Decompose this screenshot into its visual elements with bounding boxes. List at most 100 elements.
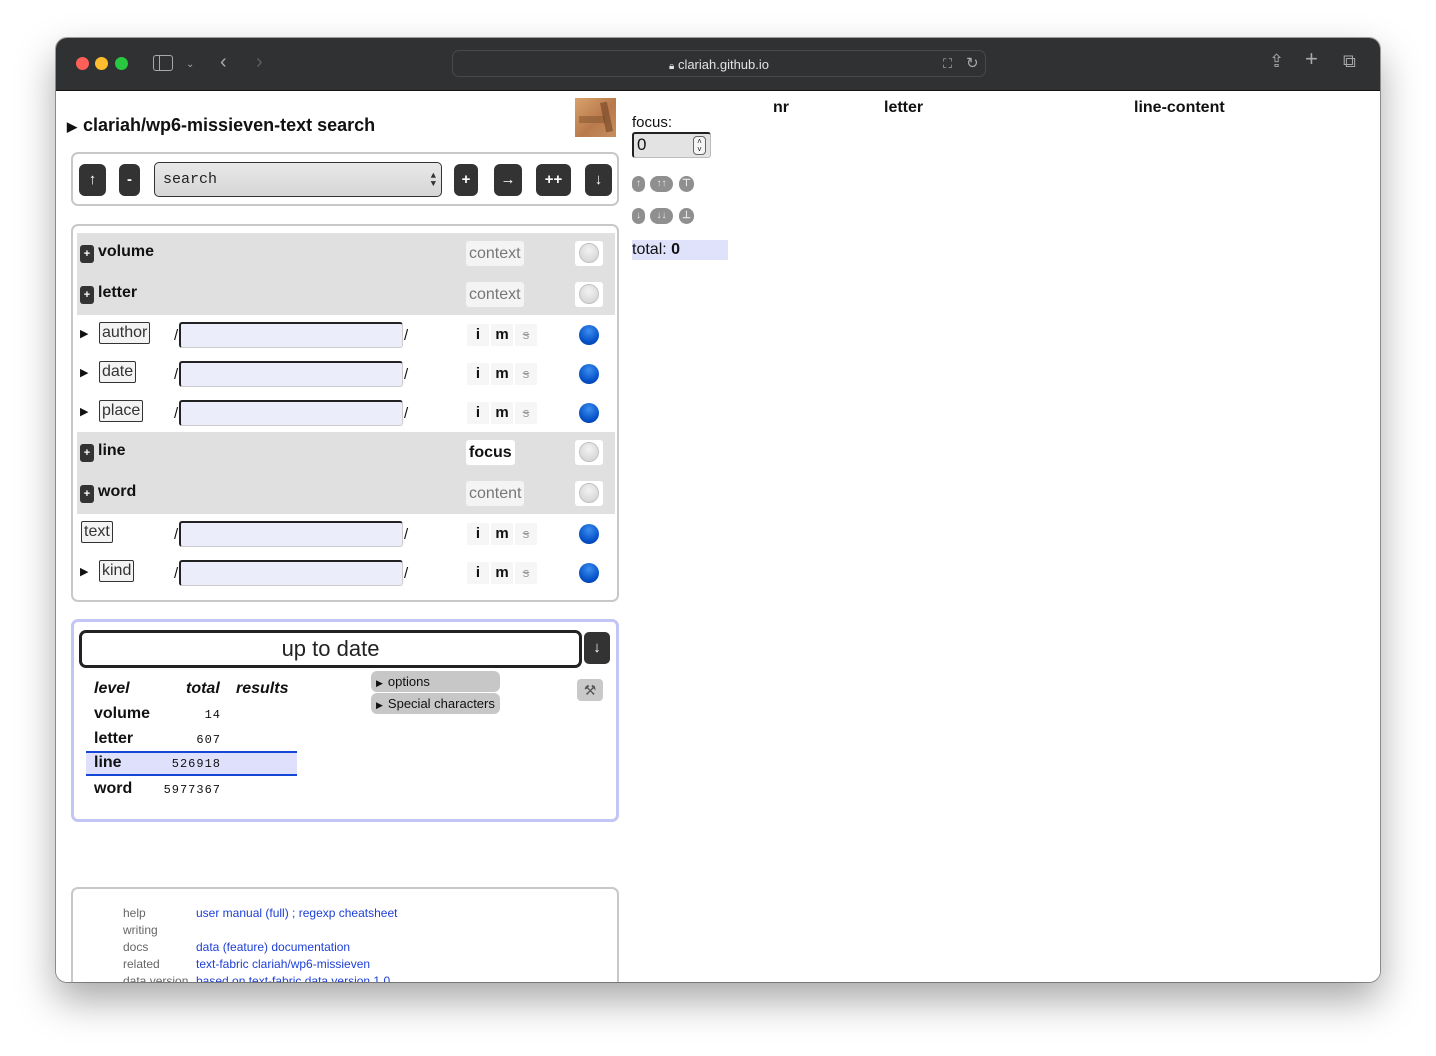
feature-toggle-radio[interactable] (579, 325, 599, 345)
flag-multiline[interactable]: m (491, 402, 513, 424)
flag-ignore-case[interactable]: i (467, 402, 489, 424)
query-select[interactable]: search ▲ ▼ (154, 162, 442, 197)
remove-button[interactable]: - (119, 164, 140, 196)
last-result-button[interactable]: ⊥ (679, 208, 694, 224)
pattern-input[interactable] (179, 322, 403, 348)
flag-single[interactable]: s (515, 562, 537, 584)
corpus-logo (575, 98, 616, 137)
query-panel: + volume context + letter context ▶ auth… (71, 224, 619, 602)
stepper-icon[interactable]: ˄ ˅ (693, 136, 706, 155)
minimize-window-button[interactable] (95, 57, 108, 70)
pattern-input[interactable] (179, 400, 403, 426)
flag-ignore-case[interactable]: i (467, 363, 489, 385)
level-toggle-radio[interactable] (579, 483, 599, 503)
flag-single[interactable]: s (515, 363, 537, 385)
level-toggle-radio[interactable] (579, 243, 599, 263)
maximize-window-button[interactable] (115, 57, 128, 70)
flag-multiline[interactable]: m (491, 562, 513, 584)
flag-multiline[interactable]: m (491, 324, 513, 346)
flag-ignore-case[interactable]: i (467, 523, 489, 545)
expand-feature-icon[interactable]: ▶ (80, 327, 88, 340)
first-result-button[interactable]: ⊤ (679, 176, 694, 192)
move-down-button[interactable]: ↓ (585, 164, 612, 196)
role-button[interactable]: context (466, 282, 524, 307)
role-button[interactable]: focus (466, 440, 515, 465)
pattern-input[interactable] (179, 521, 403, 547)
flag-ignore-case[interactable]: i (467, 324, 489, 346)
options-toggle[interactable]: ▶ options (371, 671, 500, 692)
role-button[interactable]: context (466, 241, 524, 266)
feature-name[interactable]: kind (99, 560, 135, 582)
next-result-button[interactable]: ↓ (632, 208, 645, 224)
feature-name[interactable]: author (99, 322, 151, 344)
feature-name[interactable]: date (99, 361, 137, 383)
prev-result-button[interactable]: ↑ (632, 176, 645, 192)
feature-name[interactable]: place (99, 400, 144, 422)
expand-level-button[interactable]: + (80, 286, 94, 304)
flag-multiline[interactable]: m (491, 363, 513, 385)
help-panel: help user manual (full) ; regexp cheatshe… (71, 887, 619, 982)
feature-row-text: text / / i m s (77, 514, 615, 555)
level-toggle-radio[interactable] (579, 284, 599, 304)
flag-ignore-case[interactable]: i (467, 562, 489, 584)
chevron-down-icon[interactable]: ⌄ (186, 57, 194, 73)
translate-icon[interactable]: ⛶ (943, 56, 952, 72)
expand-level-button[interactable]: + (80, 485, 94, 503)
feature-toggle-radio[interactable] (579, 364, 599, 384)
feature-toggle-radio[interactable] (579, 524, 599, 544)
reload-icon[interactable]: ↻ (966, 56, 979, 72)
pattern-input[interactable] (179, 560, 403, 586)
expand-feature-icon[interactable]: ▶ (80, 565, 88, 578)
feature-documentation-link[interactable]: data (feature) documentation (196, 940, 350, 954)
help-row: help user manual (full) ; regexp cheatshe… (123, 906, 398, 920)
export-button[interactable]: ↓ (584, 632, 610, 664)
feature-name[interactable]: text (81, 521, 113, 543)
sidebar-toggle-icon[interactable] (153, 55, 173, 71)
flag-single[interactable]: s (515, 523, 537, 545)
column-header-nr: nr (773, 99, 789, 116)
tools-icon[interactable]: ⚒ (577, 679, 603, 701)
expand-feature-icon[interactable]: ▶ (80, 405, 88, 418)
add-all-button[interactable]: ++ (536, 164, 571, 196)
go-button[interactable]: → (494, 164, 522, 196)
flag-multiline[interactable]: m (491, 523, 513, 545)
back-icon[interactable]: ‹ (220, 52, 227, 72)
feature-toggle-radio[interactable] (579, 563, 599, 583)
forward-icon[interactable]: › (256, 52, 263, 72)
expand-level-button[interactable]: + (80, 444, 94, 462)
move-up-button[interactable]: ↑ (79, 164, 106, 196)
disclosure-triangle-icon: ▶ (376, 700, 383, 710)
close-window-button[interactable] (76, 57, 89, 70)
new-tab-icon[interactable]: + (1305, 48, 1318, 70)
help-row: writing (123, 923, 158, 937)
address-bar[interactable]: 🔒︎ clariah.github.io ⛶ ↻ (452, 50, 986, 77)
special-characters-toggle[interactable]: ▶ Special characters (371, 693, 500, 714)
level-toggle-radio[interactable] (579, 442, 599, 462)
data-version-link[interactable]: based on text-fabric data version 1.0 (196, 974, 390, 982)
add-button[interactable]: + (454, 164, 478, 196)
disclosure-triangle-icon: ▶ (67, 119, 77, 134)
expand-level-button[interactable]: + (80, 245, 94, 263)
role-button[interactable]: content (466, 481, 525, 506)
flag-single[interactable]: s (515, 402, 537, 424)
help-row: docs data (feature) documentation (123, 940, 351, 954)
expand-feature-icon[interactable]: ▶ (80, 366, 88, 379)
user-manual-link[interactable]: user manual (full) (196, 906, 289, 920)
pattern-input[interactable] (179, 361, 403, 387)
help-row: data version based on text-fabric data ve… (123, 974, 390, 982)
tabs-overview-icon[interactable]: ⧉ (1343, 52, 1356, 70)
execution-panel: up to date ↓ level total results volume … (71, 619, 619, 822)
share-icon[interactable]: ⇪ (1269, 52, 1284, 70)
regexp-cheatsheet-link[interactable]: regexp cheatsheet (299, 906, 398, 920)
next-page-button[interactable]: ↓↓ (650, 208, 673, 224)
app-title[interactable]: ▶ clariah/wp6-missieven-text search (67, 115, 375, 136)
lock-icon: 🔒︎ (668, 61, 675, 72)
text-fabric-link[interactable]: text-fabric clariah/wp6-missieven (196, 957, 370, 971)
focus-number-input[interactable]: 0 ˄ ˅ (632, 132, 711, 158)
flag-single[interactable]: s (515, 324, 537, 346)
browser-window: ⌄ ‹ › 🔒︎ clariah.github.io ⛶ ↻ ⇪ + ⧉ ▶ cl… (56, 38, 1380, 982)
feature-toggle-radio[interactable] (579, 403, 599, 423)
prev-page-button[interactable]: ↑↑ (650, 176, 673, 192)
query-navigation-bar: ↑ - search ▲ ▼ + → ++ ↓ (71, 152, 619, 206)
execute-query-button[interactable]: up to date (79, 630, 582, 668)
